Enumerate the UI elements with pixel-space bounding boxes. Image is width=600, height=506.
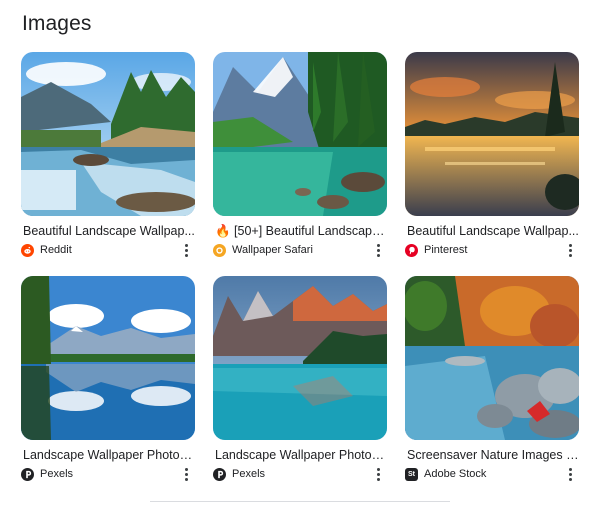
image-result-card[interactable]: Landscape Wallpaper Photos... Pexels — [213, 276, 389, 500]
image-result-card[interactable]: Beautiful Landscape Wallpap... Pinterest — [405, 52, 581, 276]
image-result-source[interactable]: Wallpaper Safari — [213, 242, 389, 258]
section-divider — [150, 501, 450, 502]
image-thumbnail-waterfall[interactable] — [21, 52, 195, 216]
image-result-title[interactable]: Screensaver Nature Images –... — [407, 448, 579, 462]
image-result-card[interactable]: 🔥 [50+] Beautiful Landscape ... Wallpape… — [213, 52, 389, 276]
source-name: Pexels — [40, 468, 74, 480]
image-result-source[interactable]: St Adobe Stock — [405, 466, 581, 482]
source-name: Reddit — [40, 244, 72, 256]
image-results-grid: Beautiful Landscape Wallpap... Reddit 🔥 … — [21, 52, 581, 500]
pexels-icon — [213, 467, 226, 481]
image-thumbnail-turquoise-lake[interactable] — [213, 276, 387, 440]
more-options-icon[interactable] — [563, 242, 577, 258]
source-name: Adobe Stock — [424, 468, 487, 480]
image-result-card[interactable]: Beautiful Landscape Wallpap... Reddit — [21, 52, 197, 276]
image-result-title[interactable]: Beautiful Landscape Wallpap... — [407, 224, 579, 238]
source-name: Pinterest — [424, 244, 468, 256]
image-thumbnail-mountain-lake[interactable] — [213, 52, 387, 216]
source-name: Pexels — [232, 468, 266, 480]
more-options-icon[interactable] — [371, 466, 385, 482]
image-result-source[interactable]: Pexels — [213, 466, 389, 482]
image-thumbnail-autumn-river[interactable] — [405, 276, 579, 440]
image-result-source[interactable]: Pinterest — [405, 242, 581, 258]
image-result-source[interactable]: Reddit — [21, 242, 197, 258]
image-result-title[interactable]: 🔥 [50+] Beautiful Landscape ... — [215, 224, 387, 239]
source-name: Wallpaper Safari — [232, 244, 313, 256]
more-options-icon[interactable] — [563, 466, 577, 482]
wallpaper-safari-icon — [213, 243, 226, 257]
pexels-icon — [21, 467, 34, 481]
image-thumbnail-sunset-lake[interactable] — [405, 52, 579, 216]
image-result-title[interactable]: Landscape Wallpaper Photos... — [23, 448, 195, 462]
adobe-stock-icon: St — [405, 467, 418, 481]
image-result-card[interactable]: Screensaver Nature Images –... St Adobe … — [405, 276, 581, 500]
image-result-card[interactable]: Landscape Wallpaper Photos... Pexels — [21, 276, 197, 500]
more-options-icon[interactable] — [371, 242, 385, 258]
more-options-icon[interactable] — [179, 466, 193, 482]
image-thumbnail-reflection-lake[interactable] — [21, 276, 195, 440]
pinterest-icon — [405, 243, 418, 257]
image-result-title[interactable]: Landscape Wallpaper Photos... — [215, 448, 387, 462]
image-result-source[interactable]: Pexels — [21, 466, 197, 482]
more-options-icon[interactable] — [179, 242, 193, 258]
image-result-title[interactable]: Beautiful Landscape Wallpap... — [23, 224, 195, 238]
reddit-icon — [21, 243, 34, 257]
images-section-title: Images — [22, 12, 92, 35]
